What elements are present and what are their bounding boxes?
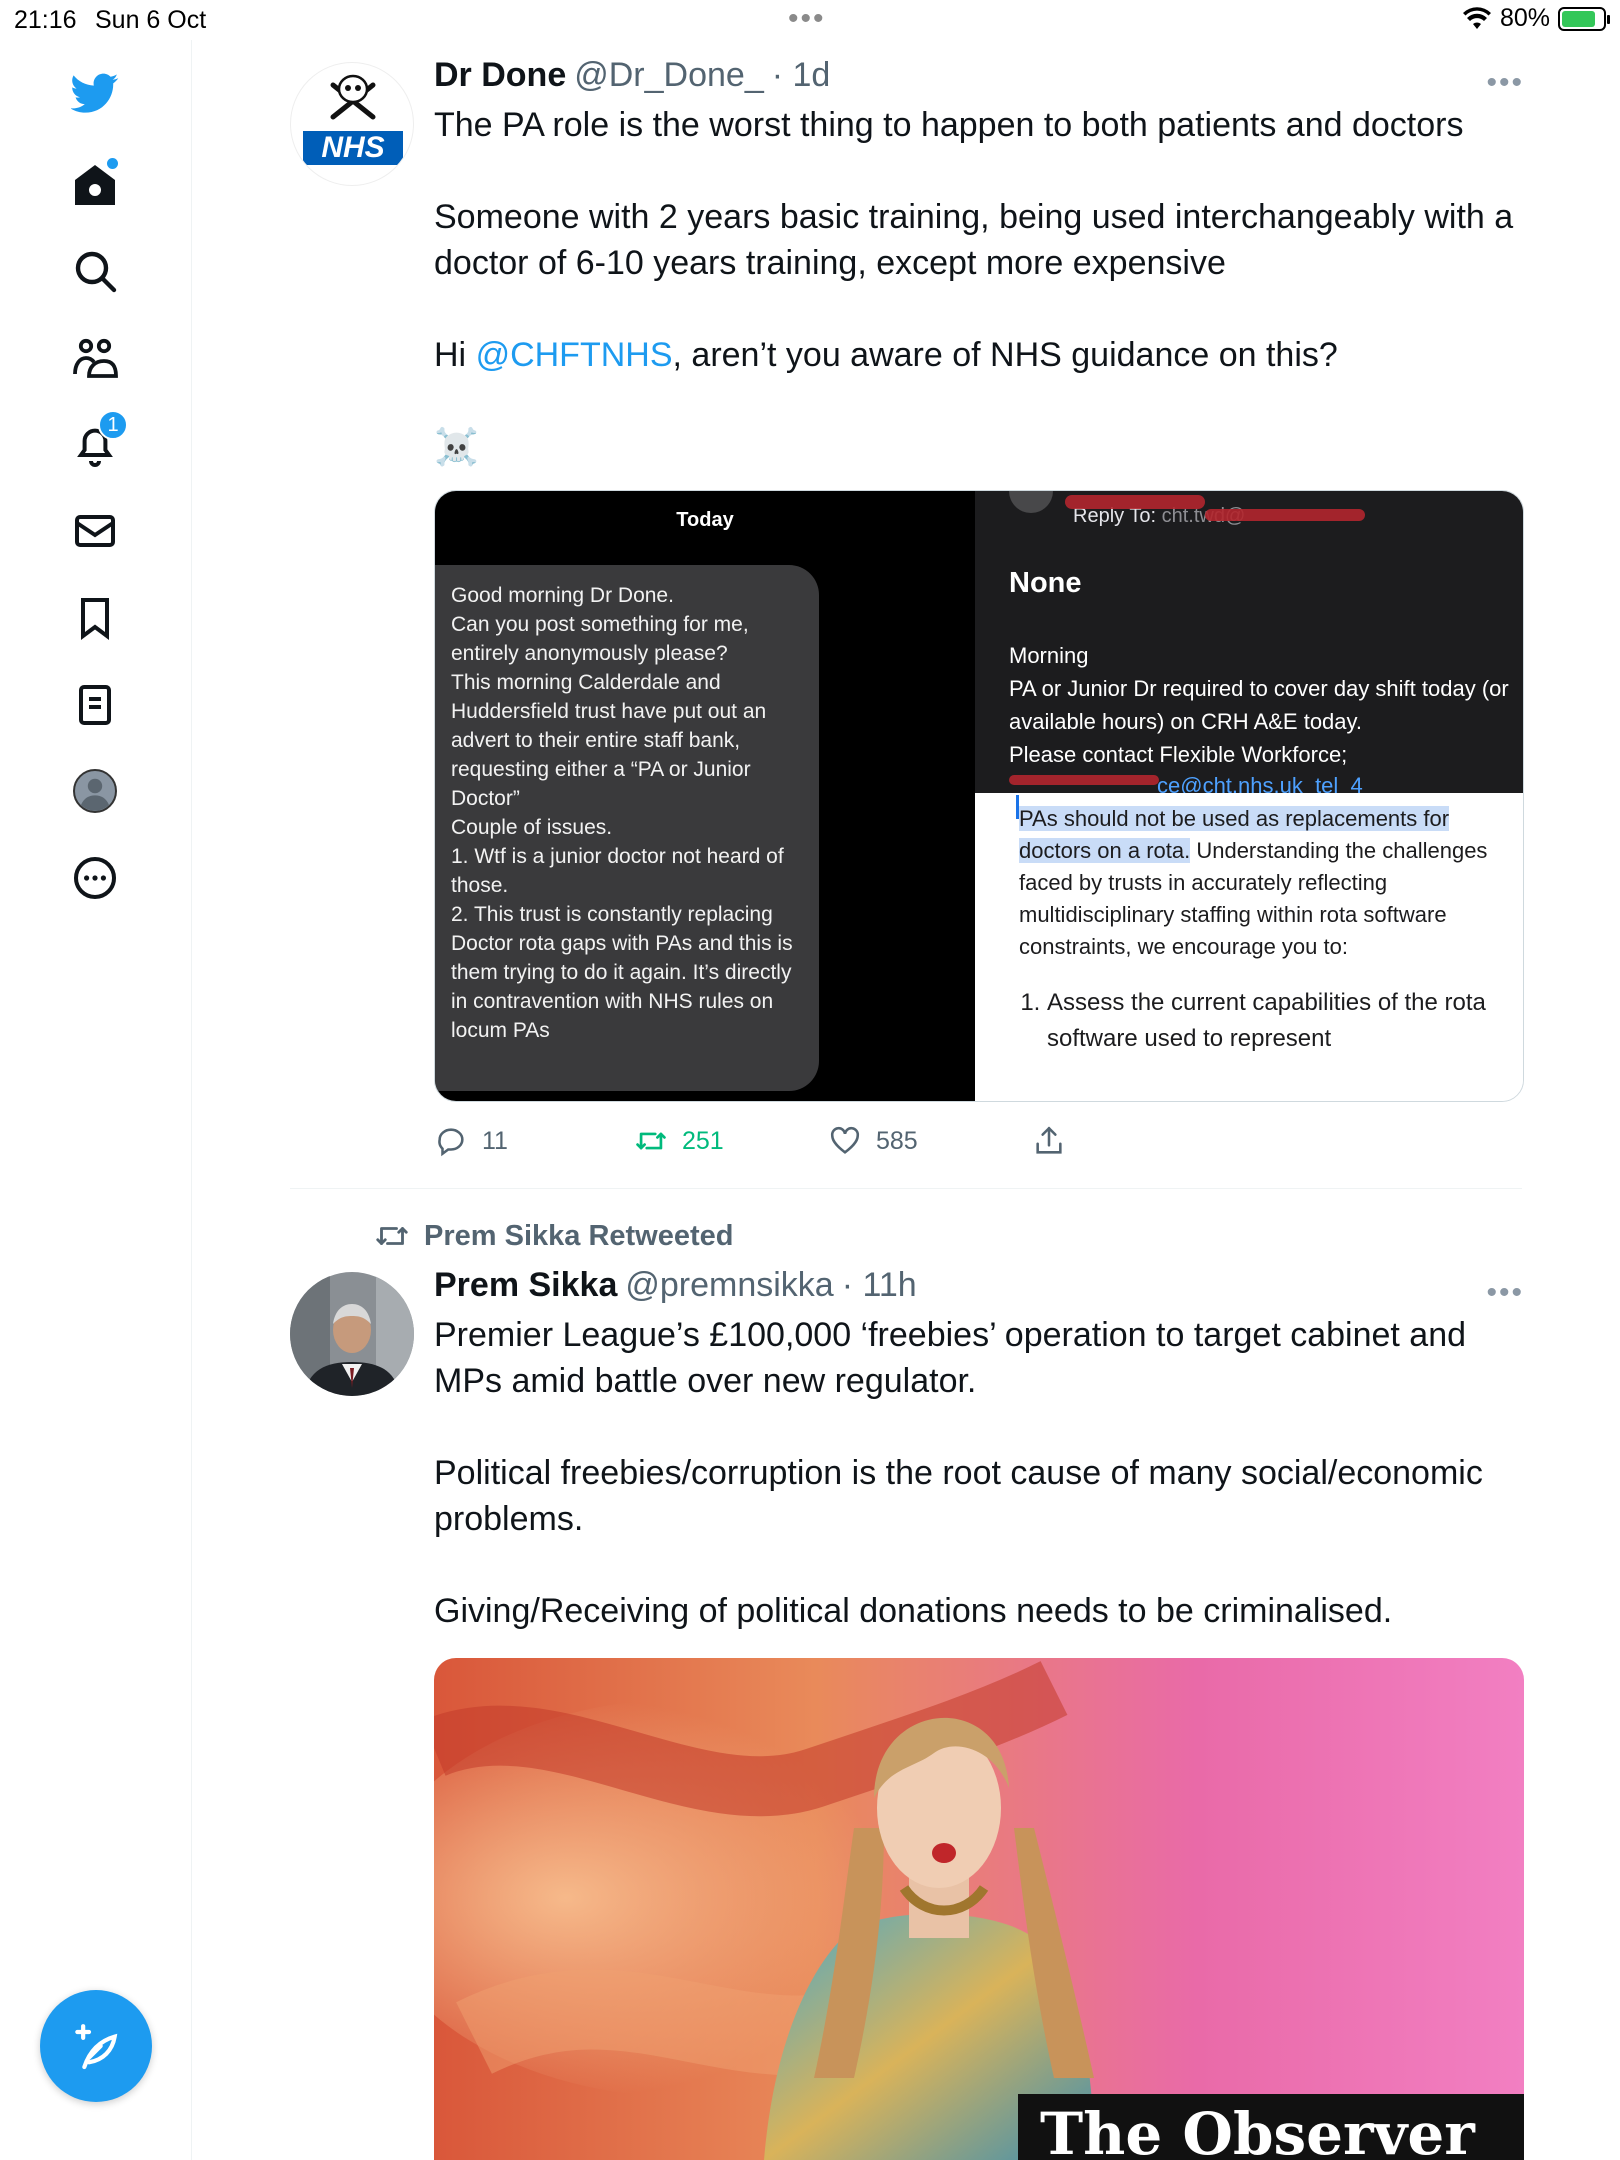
tweet-paragraph: Political freebies/corruption is the roo… bbox=[434, 1454, 1483, 1538]
retweet-context[interactable]: Prem Sikka Retweeted bbox=[374, 1218, 733, 1254]
sidebar: 1 bbox=[0, 40, 192, 2160]
observer-masthead: The Observer bbox=[1018, 2094, 1524, 2160]
share-icon bbox=[1036, 1126, 1062, 1154]
twitter-logo-icon[interactable] bbox=[62, 60, 128, 126]
author-name[interactable]: Dr Done bbox=[434, 56, 566, 95]
retweeted-icon bbox=[376, 1227, 408, 1245]
wifi-icon bbox=[1462, 6, 1491, 29]
tweet-time[interactable]: · 1d bbox=[772, 56, 831, 95]
reply-icon bbox=[438, 1128, 464, 1157]
tweet-header: Dr Done @Dr_Done_ · 1d bbox=[434, 56, 1524, 100]
redaction-mark bbox=[1065, 495, 1205, 509]
message-bubble: Good morning Dr Done. Can you post somet… bbox=[435, 565, 819, 1091]
share-button[interactable] bbox=[1032, 1124, 1066, 1158]
multitasking-dots-icon[interactable]: ••• bbox=[788, 2, 826, 36]
avatar[interactable]: NHS bbox=[290, 62, 414, 186]
retweet-count: 251 bbox=[682, 1126, 724, 1155]
tweet-body: Dr Done @Dr_Done_ · 1d ••• The PA role i… bbox=[434, 56, 1524, 516]
more-icon[interactable] bbox=[62, 845, 128, 911]
tweet-divider bbox=[290, 1188, 1522, 1189]
tweet-header: Prem Sikka @premnsikka · 11h bbox=[434, 1266, 1524, 1310]
search-icon[interactable] bbox=[62, 238, 128, 304]
reply-button[interactable]: 11 bbox=[434, 1124, 508, 1158]
notifications-badge: 1 bbox=[98, 410, 128, 440]
media-screenshot-messages: Today Good morning Dr Done. Can you post… bbox=[435, 491, 975, 1101]
skull-crossbones-icon bbox=[303, 74, 403, 165]
tweet-paragraph: Someone with 2 years basic training, bei… bbox=[434, 198, 1514, 282]
author-handle[interactable]: @premnsikka bbox=[625, 1266, 833, 1305]
guidance-list: Assess the current capabilities of the r… bbox=[1019, 985, 1499, 1057]
tweet-text: The PA role is the worst thing to happen… bbox=[434, 102, 1524, 470]
status-time: 21:16 bbox=[14, 6, 77, 34]
avatar[interactable] bbox=[290, 1272, 414, 1396]
retweet-icon bbox=[636, 1132, 666, 1150]
tweet-photo-card[interactable]: The Observer bbox=[434, 1658, 1524, 2160]
author-handle[interactable]: @Dr_Done_ bbox=[574, 56, 764, 95]
reply-count: 11 bbox=[482, 1126, 508, 1155]
battery-icon bbox=[1558, 6, 1610, 31]
emoji-skull: ☠️ bbox=[434, 426, 479, 467]
messages-date-header: Today bbox=[676, 509, 734, 531]
tweet-dr-done[interactable]: NHS Dr Done @Dr_Done_ · 1d ••• The PA ro… bbox=[290, 56, 1524, 1186]
status-right: 80% bbox=[1462, 4, 1610, 33]
tweet-actions: 11 251 585 bbox=[434, 1124, 1134, 1164]
home-unread-dot bbox=[107, 158, 118, 169]
tweet-media-card[interactable]: Today Good morning Dr Done. Can you post… bbox=[434, 490, 1524, 1102]
compose-tweet-button[interactable] bbox=[40, 1990, 152, 2102]
retweeted-by: Prem Sikka Retweeted bbox=[424, 1219, 734, 1252]
avatar-portrait bbox=[290, 1272, 414, 1396]
lists-icon[interactable] bbox=[62, 672, 128, 738]
status-date: Sun 6 Oct bbox=[95, 6, 207, 34]
tweet-paragraph: Premier League’s £100,000 ‘freebies’ ope… bbox=[434, 1316, 1467, 1400]
email-header: Reply To: cht.twd@ None Morning PA or Ju… bbox=[975, 491, 1523, 793]
tweet-more-icon[interactable]: ••• bbox=[1486, 1276, 1524, 1310]
tweet-paragraph: The PA role is the worst thing to happen… bbox=[434, 106, 1464, 144]
tweet-more-icon[interactable]: ••• bbox=[1486, 66, 1524, 100]
compose-feather-icon bbox=[75, 2024, 118, 2070]
battery-percent: 80% bbox=[1499, 4, 1550, 32]
email-avatar bbox=[1009, 491, 1053, 513]
home-icon[interactable] bbox=[62, 152, 128, 218]
tweet-paragraph: Giving/Receiving of political donations … bbox=[434, 1592, 1393, 1630]
tweet-body: Prem Sikka @premnsikka · 11h ••• Premier… bbox=[434, 1266, 1524, 1680]
nhs-logo-text: NHS bbox=[321, 131, 385, 164]
profile-icon[interactable] bbox=[62, 758, 128, 824]
tweet-paragraph: Hi @CHFTNHS, aren’t you aware of NHS gui… bbox=[434, 332, 1524, 378]
article-photo bbox=[434, 1658, 1524, 2160]
retweet-button[interactable]: 251 bbox=[634, 1124, 724, 1158]
redaction-mark bbox=[1009, 775, 1159, 785]
mention-link[interactable]: @CHFTNHS bbox=[476, 336, 673, 374]
tweet-time[interactable]: · 11h bbox=[842, 1266, 917, 1305]
author-name[interactable]: Prem Sikka bbox=[434, 1266, 617, 1305]
media-screenshot-email: Reply To: cht.twd@ None Morning PA or Ju… bbox=[975, 491, 1523, 1101]
guidance-list-item: Assess the current capabilities of the r… bbox=[1047, 985, 1499, 1057]
email-subject: None bbox=[1009, 567, 1082, 599]
nhs-guidance-excerpt: PAs should not be used as replacements f… bbox=[1016, 795, 1499, 1057]
mention-suffix: , aren’t you aware of NHS guidance on th… bbox=[672, 336, 1338, 374]
like-count: 585 bbox=[876, 1126, 918, 1155]
notifications-icon[interactable]: 1 bbox=[62, 410, 128, 478]
like-button[interactable]: 585 bbox=[828, 1124, 918, 1158]
status-bar: 21:16 Sun 6 Oct ••• 80% bbox=[0, 0, 1620, 40]
message-text: Good morning Dr Done. Can you post somet… bbox=[451, 584, 793, 1042]
email-partial-line: ce@cht.nhs.uk tel 4 bbox=[1157, 773, 1363, 793]
messages-icon[interactable] bbox=[62, 498, 128, 564]
heart-icon bbox=[830, 1126, 860, 1154]
bookmarks-icon[interactable] bbox=[62, 585, 128, 651]
communities-icon[interactable] bbox=[62, 325, 128, 391]
redaction-mark bbox=[1205, 509, 1365, 521]
mention-prefix: Hi bbox=[434, 336, 476, 374]
selection-start-handle[interactable] bbox=[1016, 795, 1019, 819]
tweet-text: Premier League’s £100,000 ‘freebies’ ope… bbox=[434, 1312, 1524, 1634]
email-body: Morning PA or Junior Dr required to cove… bbox=[1009, 643, 1509, 767]
